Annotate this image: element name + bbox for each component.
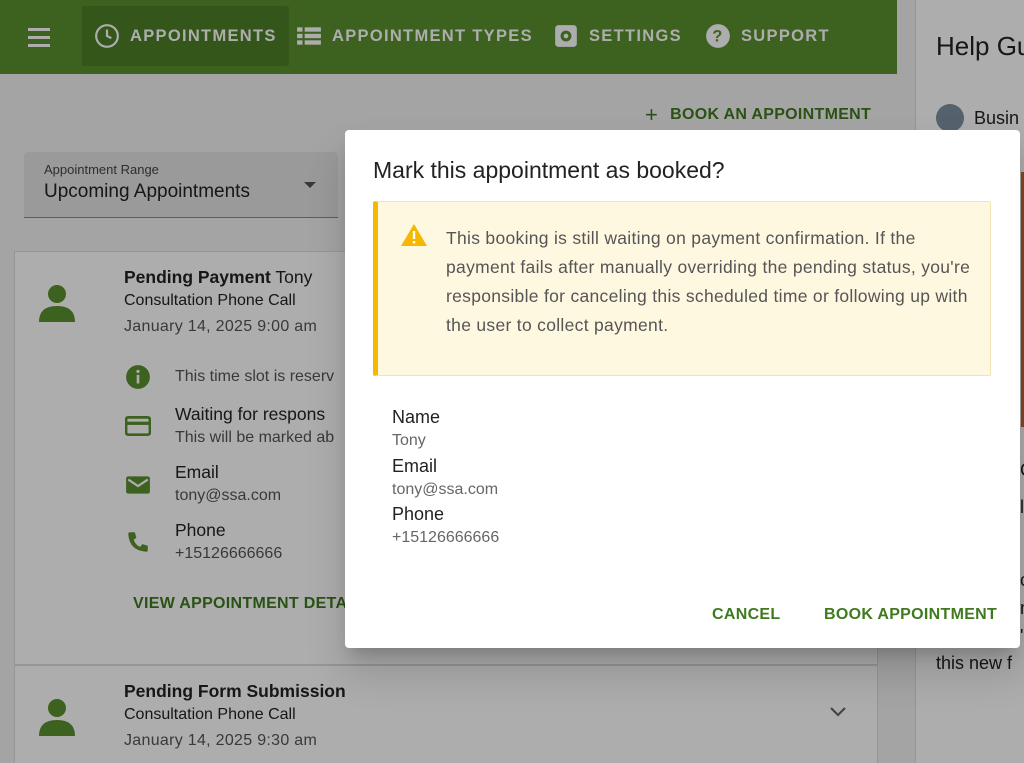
dialog-title: Mark this appointment as booked? bbox=[373, 157, 725, 183]
email-label: Email bbox=[392, 456, 438, 476]
warning-banner: This booking is still waiting on payment… bbox=[373, 201, 991, 376]
cancel-button[interactable]: CANCEL bbox=[712, 606, 780, 624]
confirm-booking-dialog: Mark this appointment as booked? This bo… bbox=[345, 130, 1020, 648]
book-appointment-button[interactable]: BOOK APPOINTMENT bbox=[824, 606, 997, 624]
warning-icon bbox=[401, 224, 427, 246]
warning-message: This booking is still waiting on payment… bbox=[446, 228, 971, 335]
phone-label: Phone bbox=[392, 504, 445, 524]
email-value: tony@ssa.com bbox=[392, 481, 499, 498]
name-label: Name bbox=[392, 407, 441, 427]
phone-value: +15126666666 bbox=[392, 529, 500, 546]
name-value: Tony bbox=[392, 432, 426, 449]
